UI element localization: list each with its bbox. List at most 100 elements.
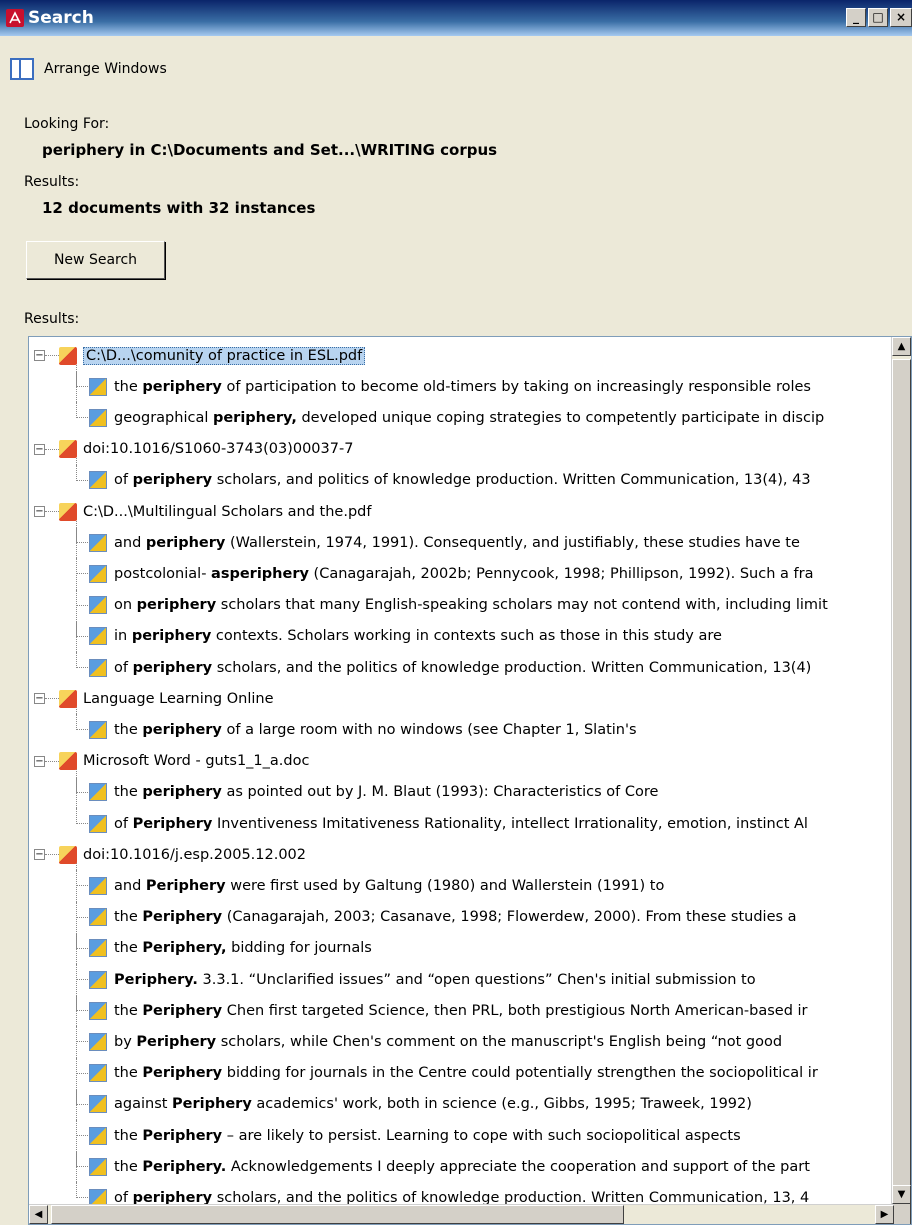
arrange-windows-icon	[10, 58, 34, 80]
snippet-keyword: periphery	[132, 659, 213, 676]
snippet-suffix: Acknowledgements I deeply appreciate the…	[230, 1158, 810, 1175]
snippet-suffix: bidding for journals in the Centre could…	[226, 1065, 818, 1082]
tree-result-node[interactable]: of periphery scholars, and politics of k…	[29, 464, 893, 496]
vertical-scroll-thumb[interactable]	[892, 359, 911, 1224]
tree-document-node[interactable]: − Language Learning Online	[29, 683, 893, 714]
minimize-button[interactable]: _	[846, 8, 866, 27]
tree-result-node[interactable]: of periphery scholars, and the politics …	[29, 652, 893, 683]
tree-result-node[interactable]: the Periphery bidding for journals in th…	[29, 1057, 893, 1089]
snippet-prefix: of	[114, 472, 128, 489]
maximize-button[interactable]: □	[868, 8, 888, 27]
search-hit-icon	[89, 533, 107, 552]
tree-result-node[interactable]: the Periphery, bidding for journals	[29, 932, 893, 964]
tree-result-node[interactable]: and periphery (Wallerstein, 1974, 1991).…	[29, 527, 893, 558]
snippet-prefix: the	[114, 721, 138, 738]
result-snippet: of periphery scholars, and the politics …	[114, 660, 811, 676]
tree-result-node[interactable]: the Periphery (Canagarajah, 2003; Casana…	[29, 901, 893, 933]
horizontal-scrollbar[interactable]: ◀ ▶	[29, 1204, 894, 1224]
snippet-keyword: periphery	[145, 534, 226, 551]
results-summary-value: 12 documents with 32 instances	[42, 199, 316, 217]
collapse-toggle-icon[interactable]: −	[34, 755, 45, 767]
collapse-toggle-icon[interactable]: −	[34, 693, 45, 705]
snippet-suffix: of participation to become old-timers by…	[226, 378, 811, 395]
scroll-left-button[interactable]: ◀	[29, 1205, 48, 1224]
collapse-toggle-icon[interactable]: −	[34, 506, 45, 517]
snippet-prefix: and	[114, 877, 142, 894]
snippet-keyword: Periphery	[142, 1002, 223, 1019]
document-label[interactable]: doi:10.1016/S1060-3743(03)00037-7	[83, 441, 353, 457]
snippet-keyword: Periphery	[136, 1033, 217, 1050]
search-hit-icon	[89, 408, 107, 427]
collapse-toggle-icon[interactable]: −	[34, 350, 45, 361]
tree-result-node[interactable]: on periphery scholars that many English-…	[29, 589, 893, 621]
search-hit-icon	[89, 783, 107, 802]
window-title: Search	[28, 8, 94, 28]
result-snippet: of periphery scholars, and politics of k…	[114, 472, 811, 488]
result-snippet: against Periphery academics' work, both …	[114, 1096, 752, 1112]
collapse-toggle-icon[interactable]: −	[34, 849, 45, 861]
tree-result-node[interactable]: the periphery of a large room with no wi…	[29, 714, 893, 745]
tree-result-node[interactable]: the Periphery – are likely to persist. L…	[29, 1120, 893, 1151]
tree-result-node[interactable]: and Periphery were first used by Galtung…	[29, 870, 893, 901]
tree-result-node[interactable]: the Periphery Chen first targeted Scienc…	[29, 995, 893, 1026]
snippet-prefix: the	[114, 784, 138, 801]
result-snippet: and Periphery were first used by Galtung…	[114, 878, 664, 894]
search-hit-icon	[89, 970, 107, 989]
document-label[interactable]: C:\D...\Multilingual Scholars and the.pd…	[83, 504, 371, 520]
tree-result-node[interactable]: of Periphery Inventiveness Imitativeness…	[29, 808, 893, 839]
tree-document-node[interactable]: − C:\D...\Multilingual Scholars and the.p…	[29, 496, 893, 527]
close-button[interactable]: ×	[890, 8, 912, 27]
tree-result-node[interactable]: by Periphery scholars, while Chen's comm…	[29, 1026, 893, 1057]
tree-result-node[interactable]: postcolonial- asperiphery (Canagarajah, …	[29, 558, 893, 589]
pdf-document-icon	[59, 502, 77, 521]
snippet-keyword: Periphery.	[114, 971, 198, 988]
tree-result-node[interactable]: against Periphery academics' work, both …	[29, 1088, 893, 1120]
snippet-keyword: Periphery	[142, 1065, 223, 1082]
document-label[interactable]: C:\D...\comunity of practice in ESL.pdf	[83, 346, 366, 365]
tree-result-node[interactable]: geographical periphery, developed unique…	[29, 402, 893, 433]
collapse-toggle-icon[interactable]: −	[34, 443, 45, 455]
vertical-scrollbar[interactable]: ▲ ▼	[891, 337, 911, 1224]
snippet-suffix: 3.3.1. “Unclarified issues” and “open qu…	[202, 971, 756, 988]
snippet-prefix: of	[114, 815, 128, 832]
snippet-prefix: postcolonial-	[114, 565, 207, 582]
results-summary-label: Results:	[24, 174, 80, 190]
tree-result-node[interactable]: in periphery contexts. Scholars working …	[29, 620, 893, 652]
tree-result-node[interactable]: Periphery. 3.3.1. “Unclarified issues” a…	[29, 964, 893, 995]
tree-result-node[interactable]: the Periphery. Acknowledgements I deeply…	[29, 1151, 893, 1182]
snippet-keyword: periphery	[131, 628, 212, 645]
scroll-up-button[interactable]: ▲	[892, 337, 911, 356]
tree-document-node[interactable]: − Microsoft Word - guts1_1_a.doc	[29, 746, 893, 777]
result-snippet: Periphery. 3.3.1. “Unclarified issues” a…	[114, 972, 756, 988]
horizontal-scroll-thumb[interactable]	[51, 1205, 624, 1224]
tree-result-node[interactable]: the periphery of participation to become…	[29, 371, 893, 402]
results-tree[interactable]: of periphery scholars, and the politics …	[28, 336, 912, 1225]
new-search-button[interactable]: New Search	[26, 241, 165, 279]
snippet-suffix: (Wallerstein, 1974, 1991). Consequently,…	[229, 534, 800, 551]
arrange-windows-button[interactable]: Arrange Windows	[10, 56, 167, 82]
snippet-suffix: scholars that many English-speaking scho…	[220, 597, 828, 614]
result-snippet: by Periphery scholars, while Chen's comm…	[114, 1034, 782, 1050]
scroll-down-button[interactable]: ▼	[892, 1185, 911, 1204]
snippet-prefix: the	[114, 1127, 138, 1144]
search-hit-icon	[89, 658, 107, 677]
document-label[interactable]: Microsoft Word - guts1_1_a.doc	[83, 753, 309, 769]
snippet-prefix: the	[114, 1002, 138, 1019]
tree-document-node[interactable]: − doi:10.1016/j.esp.2005.12.002	[29, 839, 893, 870]
search-hit-icon	[89, 939, 107, 958]
tree-document-node[interactable]: − C:\D...\comunity of practice in ESL.pdf	[29, 340, 893, 371]
snippet-prefix: the	[114, 909, 138, 926]
result-snippet: the Periphery – are likely to persist. L…	[114, 1128, 741, 1144]
tree-result-node[interactable]: the periphery as pointed out by J. M. Bl…	[29, 776, 893, 808]
snippet-keyword: periphery	[136, 597, 217, 614]
snippet-keyword: periphery	[142, 378, 222, 395]
snippet-suffix: bidding for journals	[231, 940, 372, 957]
snippet-suffix: (Canagarajah, 2002b; Pennycook, 1998; Ph…	[313, 565, 814, 582]
document-label[interactable]: Language Learning Online	[83, 691, 274, 707]
tree-document-node[interactable]: − doi:10.1016/S1060-3743(03)00037-7	[29, 434, 893, 465]
scroll-right-button[interactable]: ▶	[875, 1205, 894, 1224]
search-hit-icon	[89, 1032, 107, 1051]
pdf-document-icon	[59, 752, 77, 771]
document-label[interactable]: doi:10.1016/j.esp.2005.12.002	[83, 847, 306, 863]
snippet-suffix: scholars, while Chen's comment on the ma…	[220, 1033, 783, 1050]
